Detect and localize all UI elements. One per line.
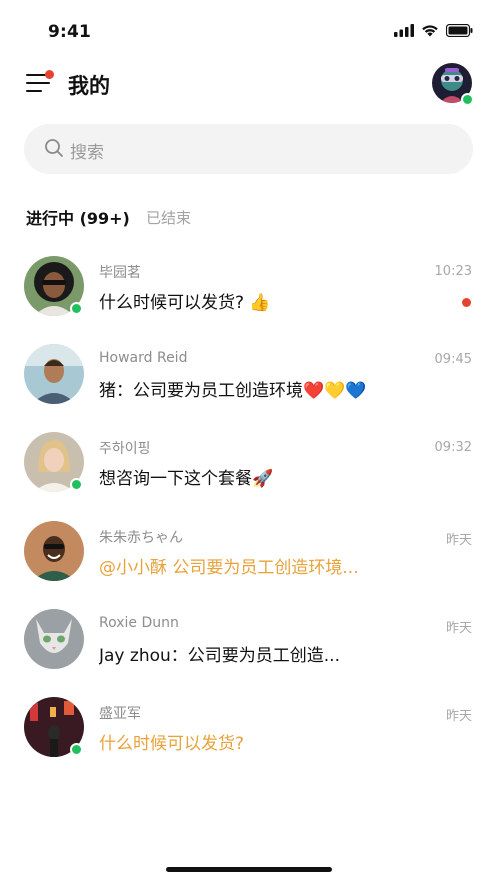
message-time: 09:32 [434,440,472,455]
profile-avatar[interactable] [432,63,474,106]
chat-item[interactable]: Roxie Dunn Jay zhou：公司要为员工创造... 昨天 [0,603,497,691]
page-title: 我的 [68,74,110,98]
tab-ended[interactable]: 已结束 [146,207,191,228]
chat-item[interactable]: Howard Reid 猪：公司要为员工创造环境❤️💛💙 09:45 [0,338,497,426]
contact-name: 朱朱赤ちゃん [99,530,183,546]
search-placeholder: 搜索 [70,143,104,163]
status-icons [394,22,473,41]
contact-name: Roxie Dunn [99,615,179,631]
message-preview: @小小酥 公司要为员工创造环境... [99,558,359,578]
message-preview: 什么时候可以发货? 👍 [99,293,271,313]
chat-item[interactable]: 毕园茗 什么时候可以发货? 👍 10:23 [0,250,497,338]
online-indicator [461,93,474,106]
chat-item[interactable]: 盛亚军 什么时候可以发货? 昨天 [0,691,497,779]
chat-item[interactable]: 朱朱赤ちゃん @小小酥 公司要为员工创造环境... 昨天 [0,515,497,603]
online-indicator [70,478,83,491]
home-indicator [166,867,332,872]
message-preview: Jay zhou：公司要为员工创造... [99,646,340,666]
message-time: 昨天 [445,533,472,548]
header: 我的 [0,56,497,112]
search-icon [44,138,64,162]
avatar [24,521,84,581]
contact-name: Howard Reid [99,350,188,366]
menu-button[interactable] [26,70,54,96]
avatar [24,609,84,669]
message-time: 昨天 [445,709,472,724]
online-indicator [70,743,83,756]
chat-item[interactable]: 주하이핑 想咨询一下这个套餐🚀 09:32 [0,426,497,514]
message-preview: 什么时候可以发货? [99,734,245,754]
message-preview: 猪：公司要为员工创造环境❤️💛💙 [99,381,367,401]
tab-ongoing[interactable]: 进行中 (99+) [26,205,130,229]
online-indicator [70,302,83,315]
status-time: 9:41 [48,22,92,42]
wifi-icon [421,22,439,41]
message-preview: 想咨询一下这个套餐🚀 [99,469,274,489]
battery-icon [445,22,473,41]
signal-icon [394,22,414,41]
message-time: 10:23 [434,264,472,279]
contact-name: 盛亚军 [99,706,141,722]
status-bar: 9:41 [0,0,497,48]
search-input[interactable]: 搜索 [24,124,473,174]
notification-dot [45,70,54,79]
message-time: 09:45 [434,352,472,367]
unread-dot [462,298,471,307]
avatar [24,344,84,404]
contact-name: 주하이핑 [99,441,151,457]
message-time: 昨天 [445,621,472,636]
contact-name: 毕园茗 [99,265,141,281]
